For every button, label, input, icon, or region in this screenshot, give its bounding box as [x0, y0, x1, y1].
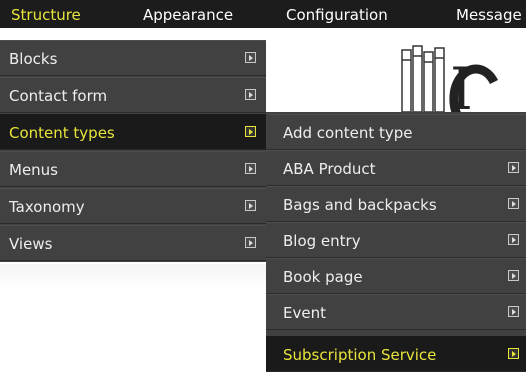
- menu-item-subscription-service[interactable]: Subscription Service: [266, 336, 526, 372]
- submenu-arrow-icon: [245, 163, 256, 174]
- menu-item-label: Add content type: [283, 124, 413, 142]
- menu-item-label: Views: [9, 235, 53, 253]
- menu-item-label: Blog entry: [283, 232, 361, 250]
- menu-item-menus[interactable]: Menus: [0, 151, 266, 187]
- menu-item-contact-form[interactable]: Contact form: [0, 77, 266, 113]
- site-logo: I: [401, 45, 499, 134]
- menu-item-label: Blocks: [9, 50, 58, 68]
- toolbar-item-message[interactable]: Message: [456, 0, 522, 28]
- menu-item-bags-and-backpacks[interactable]: Bags and backpacks: [266, 186, 526, 222]
- menu-item-label: Event: [283, 304, 326, 322]
- submenu-arrow-icon: [508, 270, 519, 281]
- menu-item-event[interactable]: Event: [266, 294, 526, 330]
- menu-item-blog-entry[interactable]: Blog entry: [266, 222, 526, 258]
- menu-item-label: Content types: [9, 124, 115, 142]
- menu-item-book-page[interactable]: Book page: [266, 258, 526, 294]
- menu-item-content-types[interactable]: Content types: [0, 114, 266, 150]
- menu-item-add-content-type[interactable]: Add content type: [266, 114, 526, 150]
- submenu-arrow-icon: [245, 237, 256, 248]
- menu-item-label: Contact form: [9, 87, 108, 105]
- menu-item-label: Subscription Service: [283, 346, 437, 364]
- submenu-arrow-icon: [508, 162, 519, 173]
- admin-toolbar: Structure Appearance Configuration Messa…: [0, 0, 526, 28]
- submenu-arrow-icon: [245, 126, 256, 137]
- menu-item-views[interactable]: Views: [0, 225, 266, 261]
- submenu-arrow-icon: [508, 306, 519, 317]
- menu-item-label: Taxonomy: [9, 198, 85, 216]
- menu-item-label: Menus: [9, 161, 58, 179]
- menu-item-label: ABA Product: [283, 160, 376, 178]
- content-types-submenu: Add content type ABA Product Bags and ba…: [266, 112, 526, 372]
- submenu-arrow-icon: [245, 200, 256, 211]
- menu-item-label: Book page: [283, 268, 363, 286]
- submenu-arrow-icon: [508, 234, 519, 245]
- menu-item-label: Bags and backpacks: [283, 196, 437, 214]
- menu-item-taxonomy[interactable]: Taxonomy: [0, 188, 266, 224]
- submenu-arrow-icon: [508, 198, 519, 209]
- submenu-arrow-icon: [245, 89, 256, 100]
- toolbar-item-appearance[interactable]: Appearance: [143, 0, 233, 28]
- menu-item-aba-product[interactable]: ABA Product: [266, 150, 526, 186]
- page-background-band: [0, 264, 266, 290]
- submenu-arrow-icon: [245, 52, 256, 63]
- structure-dropdown-menu: Blocks Contact form Content types Menus …: [0, 40, 266, 262]
- menu-item-blocks[interactable]: Blocks: [0, 40, 266, 76]
- toolbar-item-configuration[interactable]: Configuration: [286, 0, 388, 28]
- toolbar-item-structure[interactable]: Structure: [11, 0, 81, 28]
- submenu-arrow-icon: [508, 348, 519, 359]
